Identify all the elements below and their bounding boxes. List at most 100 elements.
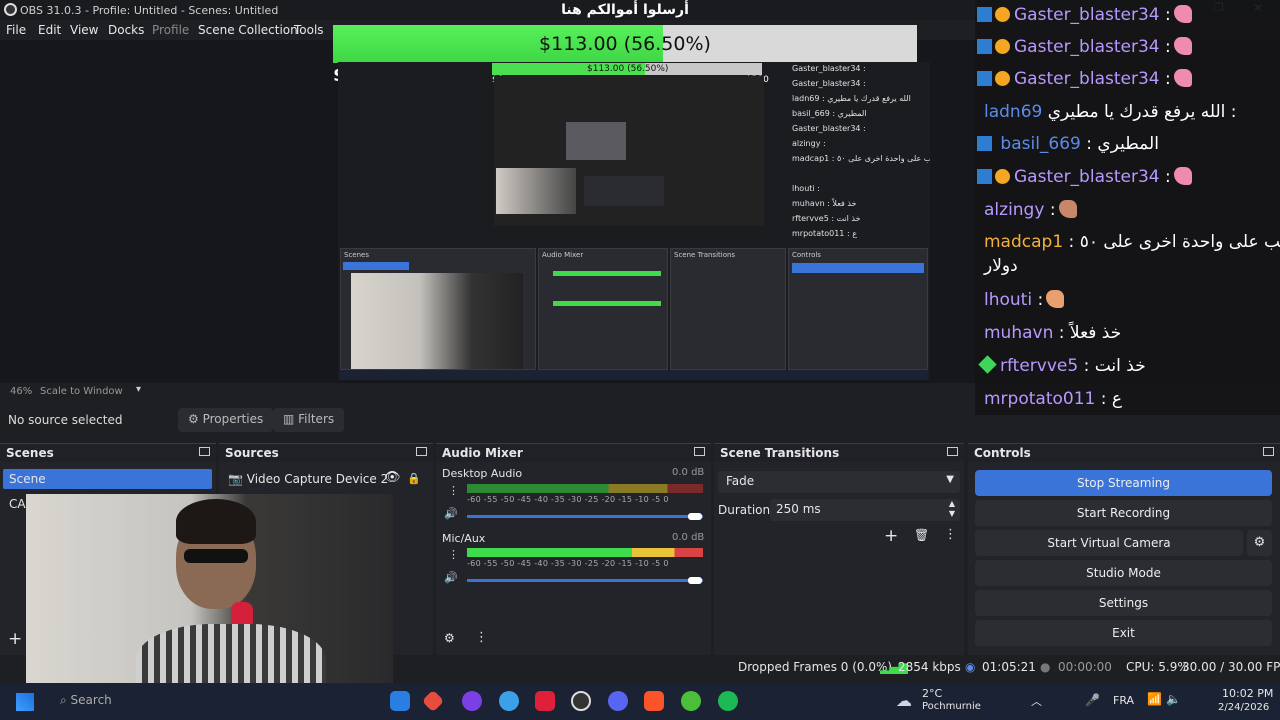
nested-chat-line: ladn69 : الله يرفع قدرك يا مطيري <box>792 94 911 103</box>
nested-chat-line: alzingy : <box>792 139 826 148</box>
trash-icon[interactable]: 🗑 <box>914 528 929 542</box>
weather-location: Pochmurnie <box>922 701 981 712</box>
nested-transitions-dock: Scene Transitions <box>670 248 786 370</box>
app-icon[interactable] <box>499 691 519 711</box>
volume-icon[interactable]: 🔈 <box>1166 692 1181 706</box>
sources-dock-title: Sources <box>219 444 433 462</box>
nested-chat-line: rftervve5 : خذ انت <box>792 214 861 223</box>
more-options-icon[interactable]: ⋮ <box>944 527 957 542</box>
no-source-label: No source selected <box>8 413 123 427</box>
chevron-down-icon[interactable]: ▾ <box>136 384 141 395</box>
nested-chat-line: Gaster_blaster34 : <box>792 79 866 88</box>
lock-icon[interactable]: 🔒 <box>407 472 421 485</box>
channel-db: 0.0 dB <box>672 532 705 543</box>
undock-icon[interactable] <box>694 447 705 456</box>
duration-input[interactable]: 250 ms ▲ ▼ <box>770 499 960 521</box>
scene-item[interactable]: Scene <box>3 469 212 489</box>
start-virtual-camera-button[interactable]: Start Virtual Camera <box>975 530 1243 556</box>
chat-message: alzingy : <box>984 200 1077 220</box>
chevron-up-icon[interactable]: ︿ <box>1031 693 1042 709</box>
more-options-icon[interactable]: ⋮ <box>448 548 459 561</box>
taskbar-search[interactable]: ⌕ Search <box>60 693 112 708</box>
window-title: OBS 31.0.3 - Profile: Untitled - Scenes:… <box>20 4 279 17</box>
verified-badge-icon <box>978 355 997 374</box>
exit-button[interactable]: Exit <box>975 620 1272 646</box>
app-icon[interactable] <box>535 691 555 711</box>
sub-badge-icon <box>995 7 1010 22</box>
mixer-gear-icon[interactable]: ⚙ <box>444 631 455 645</box>
audio-mixer-title: Audio Mixer <box>436 444 711 462</box>
menu-profile[interactable]: Profile <box>152 23 189 37</box>
record-time: 00:00:00 <box>1058 660 1112 674</box>
menu-edit[interactable]: Edit <box>38 23 61 37</box>
spotify-icon[interactable] <box>718 691 738 711</box>
windows-start-icon[interactable] <box>16 693 34 711</box>
chat-message: lhouti : <box>984 290 1065 310</box>
meter-ticks: -60 -55 -50 -45 -40 -35 -30 -25 -20 -15 … <box>467 495 669 504</box>
nested-scenes-title: Scenes <box>344 251 369 259</box>
eye-icon[interactable]: 👁 <box>384 470 401 485</box>
volume-slider[interactable] <box>467 579 703 582</box>
volume-slider-knob[interactable] <box>688 513 702 520</box>
undock-icon[interactable] <box>947 447 958 456</box>
add-transition-icon[interactable]: + <box>884 526 898 546</box>
undock-icon[interactable] <box>1263 447 1274 456</box>
volume-slider-knob[interactable] <box>688 577 702 584</box>
nested-chat: Gaster_blaster34 : Gaster_blaster34 : la… <box>788 62 930 242</box>
settings-button[interactable]: Settings <box>975 590 1272 616</box>
app-icon[interactable] <box>681 691 701 711</box>
more-options-icon[interactable]: ⋮ <box>448 484 459 497</box>
prime-badge-icon <box>977 71 992 86</box>
scene-transitions-dock: Scene Transitions Fade ▼ Duration 250 ms… <box>714 443 964 655</box>
app-icon[interactable] <box>421 689 445 713</box>
discord-icon[interactable] <box>608 691 628 711</box>
chat-message: Gaster_blaster34 : <box>977 69 1192 89</box>
fps: 30.00 / 30.00 FPS <box>1182 660 1280 674</box>
transition-select[interactable]: Fade ▼ <box>718 471 960 493</box>
start-recording-button[interactable]: Start Recording <box>975 500 1272 526</box>
microphone-icon[interactable]: 🎤 <box>1085 693 1100 707</box>
app-icon[interactable] <box>390 691 410 711</box>
sub-badge-icon <box>995 169 1010 184</box>
speaker-icon[interactable]: 🔊 <box>444 507 458 520</box>
chat-message: muhavn : خذ فعلاً <box>984 323 1122 343</box>
stop-streaming-button[interactable]: Stop Streaming <box>975 470 1272 496</box>
channel-db: 0.0 dB <box>672 467 705 478</box>
channel-name: Desktop Audio <box>442 467 523 480</box>
undock-icon[interactable] <box>199 447 210 456</box>
chat-message: basil_669 : المطيري <box>977 134 1159 154</box>
studio-mode-button[interactable]: Studio Mode <box>975 560 1272 586</box>
menu-tools[interactable]: Tools <box>294 23 324 37</box>
app-icon[interactable] <box>462 691 482 711</box>
duration-label: Duration <box>718 503 771 517</box>
chat-message: rftervve5 : خذ انت <box>977 355 1146 376</box>
wifi-icon[interactable]: 📶 <box>1147 692 1162 706</box>
clock-time: 10:02 PM <box>1222 687 1274 700</box>
filters-button[interactable]: ▥ Filters <box>273 408 345 432</box>
menu-docks[interactable]: Docks <box>108 23 144 37</box>
filter-icon: ▥ <box>283 412 299 426</box>
undock-icon[interactable] <box>416 447 427 456</box>
prime-badge-icon <box>977 169 992 184</box>
emote-icon <box>1173 37 1192 55</box>
mixer-menu-icon[interactable]: ⋮ <box>475 630 488 645</box>
nested-preview: $113.00 (56.50%) $0 $200 Gaster_blaster3… <box>338 62 930 380</box>
weather-temp: 2°C <box>922 687 943 700</box>
menu-view[interactable]: View <box>70 23 98 37</box>
menu-file[interactable]: File <box>6 23 26 37</box>
add-scene-icon[interactable]: + <box>8 629 22 649</box>
speaker-icon[interactable]: 🔊 <box>444 571 458 584</box>
scale-mode-select[interactable]: Scale to Window <box>40 386 123 397</box>
obs-taskbar-icon[interactable] <box>571 691 591 711</box>
volume-slider[interactable] <box>467 515 703 518</box>
nested-controls-title: Controls <box>792 251 821 259</box>
clock-date: 2/24/2026 <box>1218 702 1270 713</box>
source-item[interactable]: 📷 Video Capture Device 2 <box>228 472 388 486</box>
brave-icon[interactable] <box>644 691 664 711</box>
donation-goal-bar: $113.00 (56.50%) <box>333 25 917 63</box>
properties-button[interactable]: ⚙ Properties <box>178 408 274 432</box>
chat-message: mrpotato011 : ع <box>984 389 1123 409</box>
menu-scene-collection[interactable]: Scene Collection <box>198 23 298 37</box>
language-indicator[interactable]: FRA <box>1113 694 1134 707</box>
virtual-camera-settings-icon[interactable]: ⚙ <box>1247 530 1272 556</box>
